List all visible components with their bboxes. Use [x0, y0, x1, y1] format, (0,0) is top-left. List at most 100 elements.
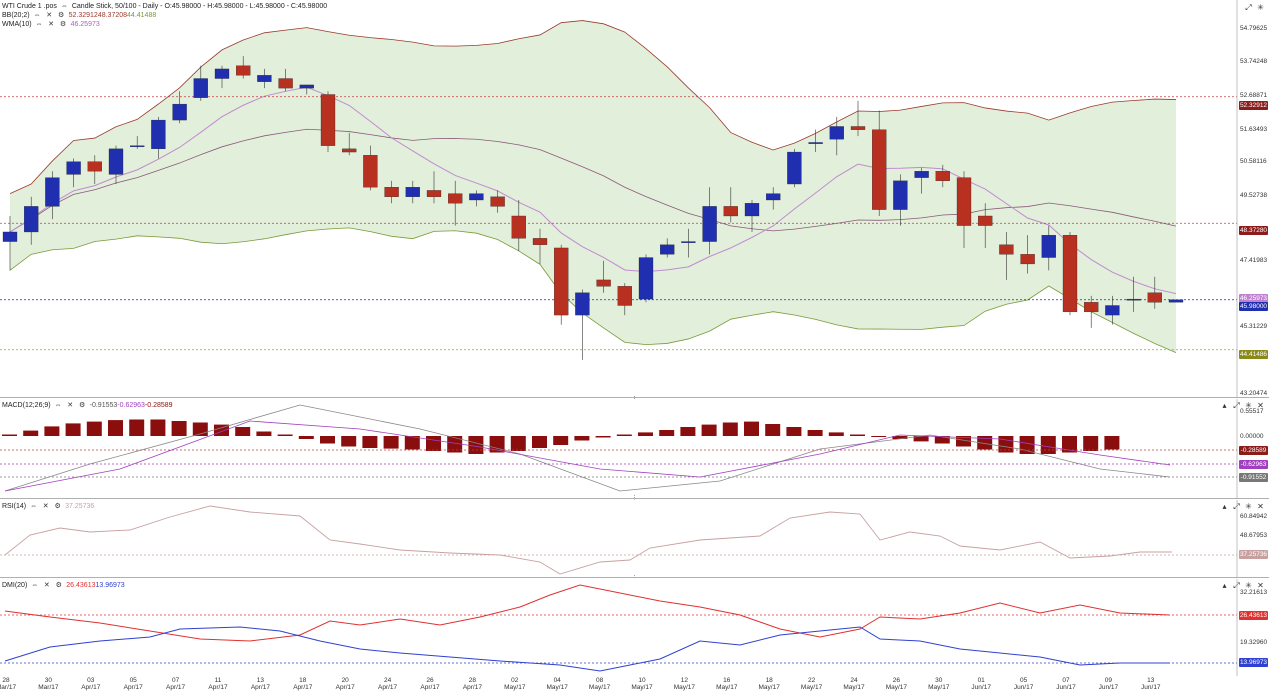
- close-icon[interactable]: ✕: [1256, 401, 1265, 410]
- dmi-panel[interactable]: DMI(20) ⇔ ✕ ⚙ 26.43613 13.96973 ▴ ⤢ ✳ ✕ …: [0, 579, 1269, 676]
- legend-rsi: RSI(14) ⇔ ✕ ⚙ 37.25736: [2, 502, 94, 511]
- candle-body: [448, 193, 463, 204]
- expand-icon[interactable]: ⤢: [1232, 581, 1241, 590]
- dmi-minus-value: 13.96973: [95, 582, 125, 589]
- dmi-close-icon[interactable]: ✕: [42, 582, 51, 590]
- legend-wma: WMA(10) ⇔ ✕ ⚙ 46.25973: [2, 20, 100, 29]
- macd-panel[interactable]: MACD(12;26;9) ⇔ ✕ ⚙ -0.91553 -0.62963 -0…: [0, 399, 1269, 502]
- candle-body: [681, 241, 696, 243]
- candle-body: [829, 126, 844, 140]
- dmi-gear-icon[interactable]: ⚙: [54, 582, 63, 590]
- macd-hist-value: -0.28589: [144, 402, 173, 409]
- macd-bar: [65, 423, 81, 436]
- price-axis-label: 53.74248: [1240, 58, 1268, 65]
- more-icon[interactable]: ✳: [1256, 3, 1265, 12]
- expand-icon[interactable]: ⤢: [1232, 401, 1241, 410]
- macd-bar: [256, 431, 272, 436]
- candle-body: [1062, 235, 1078, 313]
- date-label: 01 Jun/17: [971, 677, 991, 691]
- candle-body: [575, 292, 590, 316]
- date-label: 22 May/17: [800, 677, 823, 691]
- macd-gear-icon[interactable]: ⚙: [78, 402, 87, 410]
- macd-bar: [235, 427, 251, 436]
- macd-bar: [2, 434, 17, 436]
- candle-body: [299, 84, 314, 89]
- price-axis-label: 45.31229: [1240, 323, 1268, 330]
- more-icon[interactable]: ✳: [1244, 581, 1253, 590]
- macd-bar: [680, 427, 696, 436]
- candle-body: [130, 145, 145, 148]
- more-icon[interactable]: ✳: [1244, 401, 1253, 410]
- macd-bar: [23, 430, 39, 436]
- macd-bar: [701, 424, 717, 436]
- date-label: 20 Apr/17: [335, 677, 355, 691]
- candle-body: [893, 180, 908, 210]
- date-label: 11 Apr/17: [208, 677, 228, 691]
- link-icon[interactable]: ⇔: [60, 3, 69, 11]
- macd-value: -0.91553: [89, 402, 118, 409]
- wma-label: WMA(10): [2, 21, 32, 28]
- bb-value-lower: 44.41488: [127, 12, 157, 19]
- expand-icon[interactable]: ⤢: [1232, 502, 1241, 511]
- candle-body: [469, 193, 484, 201]
- bb-link-icon[interactable]: ⇔: [33, 12, 42, 20]
- candle-body: [320, 94, 336, 146]
- macd-bar: [510, 436, 526, 451]
- macd-signal-tag: -0.62963: [1239, 460, 1268, 469]
- close-icon[interactable]: ✕: [1256, 581, 1265, 590]
- date-label: 07 Jun/17: [1056, 677, 1076, 691]
- wma-link-icon[interactable]: ⇔: [35, 21, 44, 29]
- macd-bar: [44, 426, 60, 436]
- legend-dmi: DMI(20) ⇔ ✕ ⚙ 26.43613 13.96973: [2, 581, 125, 590]
- expand-icon[interactable]: ⤢: [1244, 3, 1253, 12]
- candle-body: [660, 244, 675, 255]
- date-label: 28Mar/17: [0, 677, 17, 691]
- date-label: 28 Apr/17: [462, 677, 482, 691]
- candle-body: [384, 187, 399, 197]
- price-axis-label: 54.79625: [1240, 25, 1268, 32]
- macd-bar: [341, 436, 357, 447]
- date-label: 13 Apr/17: [250, 677, 270, 691]
- candle-body: [744, 203, 760, 217]
- price-panel[interactable]: WTI Crude 1 .pos ⇔ Candle Stick, 50/100 …: [0, 0, 1269, 403]
- rsi-gear-icon[interactable]: ⚙: [53, 503, 62, 511]
- chart-info: Candle Stick, 50/100 - Daily - O:45.9800…: [71, 3, 328, 10]
- macd-bar: [744, 421, 759, 436]
- candle-body: [1105, 305, 1120, 316]
- bb-lower-tag: 44.41486: [1239, 350, 1268, 359]
- dmi-chart[interactable]: [0, 579, 1269, 676]
- wma-close-icon[interactable]: ✕: [47, 21, 56, 29]
- macd-close-icon[interactable]: ✕: [66, 402, 75, 410]
- more-icon[interactable]: ✳: [1244, 502, 1253, 511]
- date-label: 07 Apr/17: [166, 677, 186, 691]
- macd-link-icon[interactable]: ⇔: [54, 402, 63, 410]
- macd-chart[interactable]: [0, 399, 1269, 499]
- rsi-panel[interactable]: RSI(14) ⇔ ✕ ⚙ 37.25736 ▴ ⤢ ✳ ✕ 60.84942 …: [0, 500, 1269, 582]
- date-label: 30 May/17: [928, 677, 950, 691]
- candle-body: [2, 231, 18, 242]
- candle-body: [214, 68, 230, 79]
- macd-bar: [532, 436, 547, 448]
- move-up-icon[interactable]: ▴: [1220, 502, 1229, 511]
- close-icon[interactable]: ✕: [1256, 502, 1265, 511]
- rsi-chart[interactable]: [0, 500, 1269, 578]
- candle-body: [87, 161, 102, 172]
- date-label: 04 May/17: [546, 677, 568, 691]
- dmi-plus-value: 26.43613: [66, 582, 96, 589]
- rsi-link-icon[interactable]: ⇔: [29, 503, 38, 511]
- price-chart[interactable]: [0, 0, 1269, 398]
- candle-body: [363, 155, 378, 188]
- rsi-close-icon[interactable]: ✕: [41, 503, 50, 511]
- candle-body: [1168, 299, 1184, 303]
- date-label: 05 Apr/17: [123, 677, 143, 691]
- bb-gear-icon[interactable]: ⚙: [57, 12, 66, 20]
- candle-body: [66, 161, 81, 175]
- wma-gear-icon[interactable]: ⚙: [59, 21, 68, 29]
- macd-bar: [426, 436, 441, 451]
- dmi-link-icon[interactable]: ⇔: [30, 582, 39, 590]
- move-up-icon[interactable]: ▴: [1220, 401, 1229, 410]
- bb-close-icon[interactable]: ✕: [45, 12, 54, 20]
- move-up-icon[interactable]: ▴: [1220, 581, 1229, 590]
- macd-bar: [1083, 436, 1099, 451]
- candle-body: [596, 279, 611, 287]
